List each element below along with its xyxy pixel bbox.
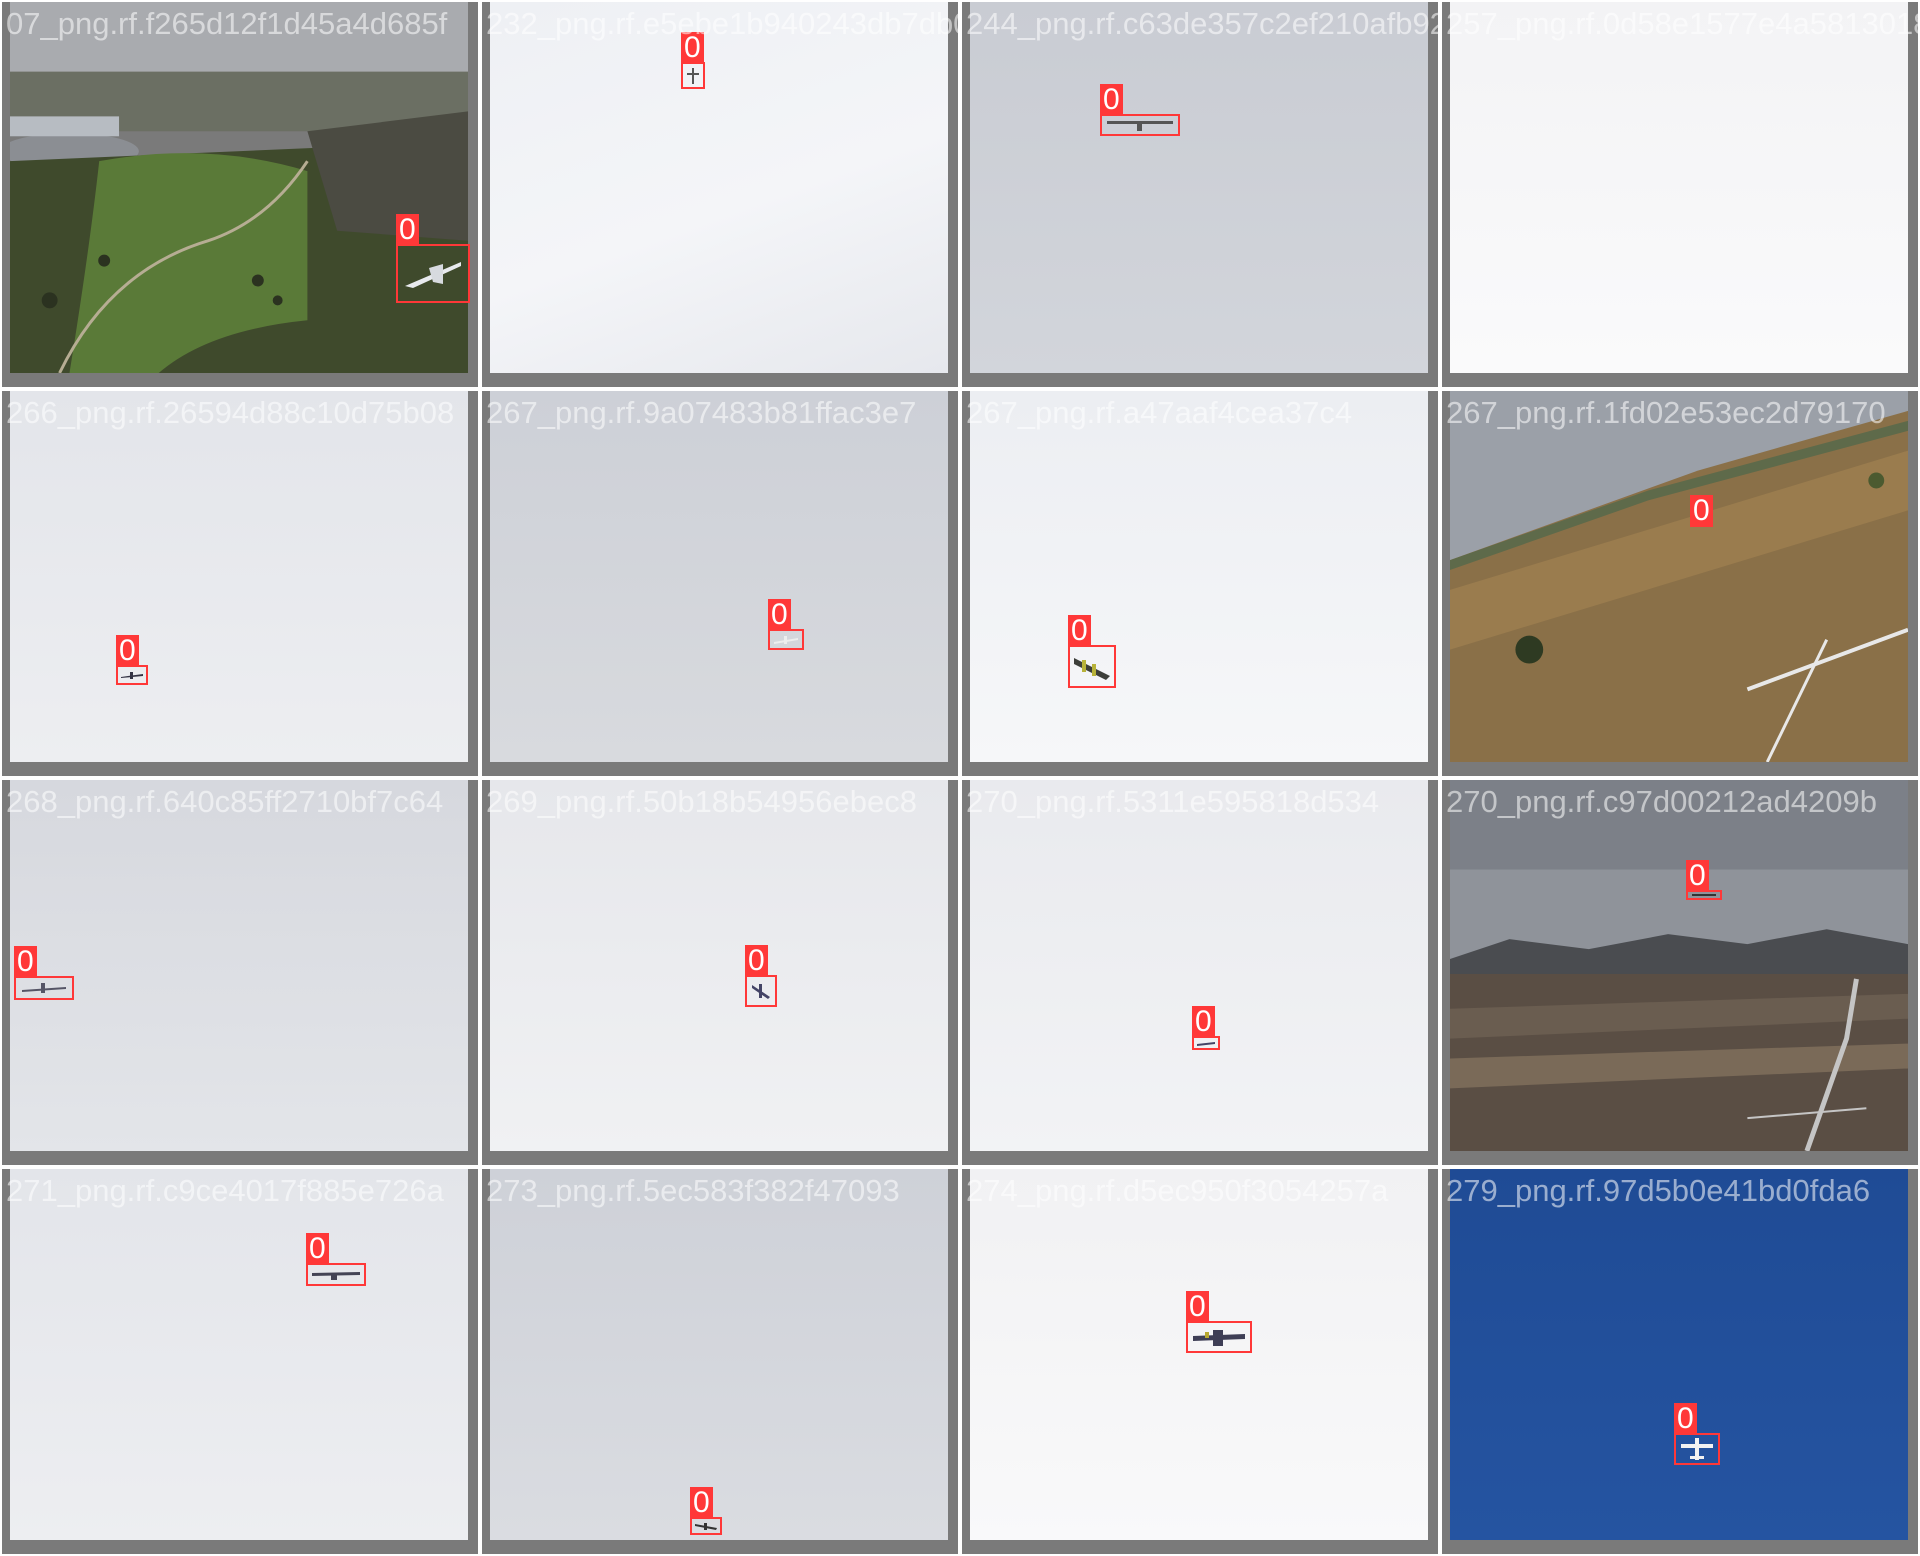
airplane-icon: [1074, 657, 1110, 680]
sky-photo: [10, 391, 468, 762]
image-tile[interactable]: 0 268_png.rf.640c85ff2710bf7c64: [0, 778, 480, 1167]
sky-photo: [490, 780, 948, 1151]
image-tile[interactable]: 0 271_png.rf.c9ce4017f885e726a: [0, 1167, 480, 1556]
detection-box: 0: [690, 1487, 722, 1535]
detection-box: 0: [681, 32, 705, 89]
image-tile[interactable]: 257_png.rf.0d58e1577e4a5813018: [1440, 0, 1920, 389]
airplane-icon: [774, 635, 798, 644]
sky-photo: [970, 780, 1428, 1151]
blue-sky-photo: [1450, 1169, 1908, 1540]
image-tile[interactable]: 0 270_png.rf.c97d00212ad4209b: [1440, 778, 1920, 1167]
detection-box: 0: [745, 945, 777, 1007]
detection-box: 0: [14, 946, 74, 1000]
airplane-icon: [695, 1523, 717, 1530]
image-tile[interactable]: 0 274_png.rf.d5ec950f3054257a: [960, 1167, 1440, 1556]
image-tile[interactable]: 0 273_png.rf.5ec583f382f47093: [480, 1167, 960, 1556]
class-label: 0: [1674, 1403, 1697, 1435]
image-tile[interactable]: 0 270_png.rf.5311e595818d534: [960, 778, 1440, 1167]
image-tile[interactable]: 0 267_png.rf.1fd02e53ec2d79170: [1440, 389, 1920, 778]
class-label: 0: [1068, 615, 1091, 647]
class-label: 0: [768, 599, 791, 631]
image-tile[interactable]: 0 07_png.rf.f265d12f1d45a4d685f: [0, 0, 480, 389]
image-tile[interactable]: 0 269_png.rf.50b18b54956ebec8: [480, 778, 960, 1167]
class-label: 0: [1686, 860, 1709, 892]
detection-box: 0: [306, 1233, 366, 1286]
airplane-icon: [405, 261, 461, 288]
detection-box: 0: [116, 635, 148, 685]
image-tile[interactable]: 0 232_png.rf.e5ebe1b940243db7db021: [480, 0, 960, 389]
detection-box: 0: [1186, 1291, 1252, 1353]
detection-box: 0: [1192, 1006, 1220, 1050]
sky-photo: [970, 1169, 1428, 1540]
class-label: 0: [1192, 1006, 1215, 1038]
image-tile[interactable]: 0 279_png.rf.97d5b0e41bd0fda6: [1440, 1167, 1920, 1556]
class-label: 0: [1690, 495, 1713, 527]
suburb-photo: [1450, 780, 1908, 1151]
airplane-icon: [1107, 121, 1173, 131]
class-label: 0: [690, 1487, 713, 1519]
aerial-field-photo: [10, 2, 468, 373]
class-label: 0: [116, 635, 139, 667]
class-label: 0: [745, 945, 768, 977]
detection-box: 0: [1686, 860, 1722, 900]
hillside-photo: [1450, 391, 1908, 762]
airplane-icon: [1681, 1438, 1713, 1460]
detection-grid: 0 07_png.rf.f265d12f1d45a4d685f 0 232_pn…: [0, 0, 1920, 1556]
class-label: 0: [681, 32, 704, 64]
image-tile[interactable]: 0 266_png.rf.26594d88c10d75b08: [0, 389, 480, 778]
sky-photo: [1450, 2, 1908, 373]
sky-photo: [970, 2, 1428, 373]
class-label: 0: [14, 946, 37, 978]
airplane-icon: [1692, 894, 1716, 896]
airplane-icon: [752, 984, 770, 999]
airplane-icon: [1197, 1042, 1215, 1046]
airplane-icon: [1193, 1330, 1245, 1346]
airplane-icon: [312, 1271, 360, 1280]
detection-box: 0: [768, 599, 804, 650]
sky-photo: [10, 780, 468, 1151]
class-label: 0: [306, 1233, 329, 1265]
sky-photo: [490, 1169, 948, 1540]
detection-box: 0: [1068, 615, 1116, 688]
airplane-icon: [22, 983, 66, 993]
image-tile[interactable]: 0 267_png.rf.9a07483b81ffac3e7: [480, 389, 960, 778]
detection-box: 0: [1674, 1403, 1720, 1465]
class-label: 0: [396, 214, 419, 246]
sky-photo: [10, 1169, 468, 1540]
detection-box: 0: [396, 214, 470, 303]
sky-photo: [490, 2, 948, 373]
airplane-icon: [121, 672, 143, 679]
image-tile[interactable]: 0 244_png.rf.c63de357c2ef210afb92: [960, 0, 1440, 389]
class-label: 0: [1100, 84, 1123, 116]
image-tile[interactable]: 0 267_png.rf.a47aaf4cea37c4: [960, 389, 1440, 778]
sky-photo: [970, 391, 1428, 762]
detection-box: 0: [1100, 84, 1180, 136]
airplane-icon: [687, 67, 699, 84]
class-label: 0: [1186, 1291, 1209, 1323]
sky-photo: [490, 391, 948, 762]
